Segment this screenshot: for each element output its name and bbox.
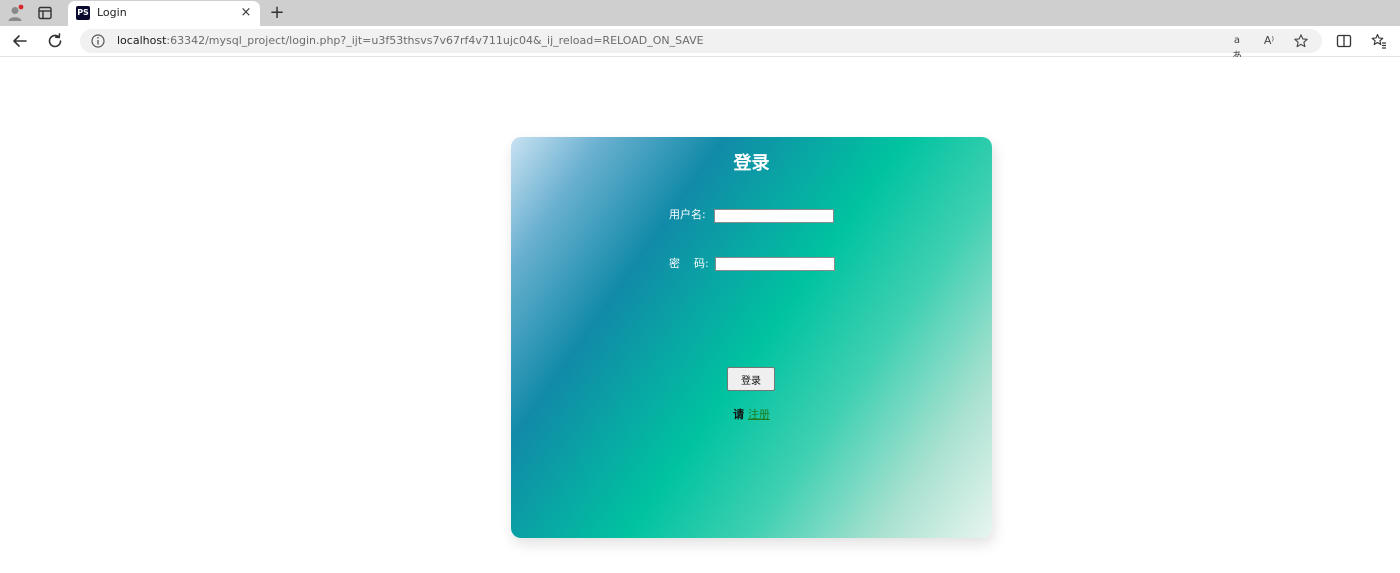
tab-actions-icon[interactable] xyxy=(37,5,53,21)
read-aloud-icon[interactable]: A⁾ xyxy=(1261,33,1277,49)
password-input[interactable] xyxy=(715,257,835,271)
url-path: :63342/mysql_project/login.php?_ijt=u3f5… xyxy=(166,34,704,47)
new-tab-icon[interactable]: + xyxy=(268,4,286,22)
login-title: 登录 xyxy=(733,153,770,174)
register-prefix: 请 xyxy=(733,408,748,421)
tab-title: Login xyxy=(97,6,127,19)
favorites-icon[interactable] xyxy=(1370,32,1388,50)
favorite-star-icon[interactable] xyxy=(1293,33,1309,49)
username-label: 用户名: xyxy=(669,208,706,221)
tab-strip: PS Login × + xyxy=(0,0,1400,26)
tab-login[interactable]: PS Login × xyxy=(68,1,260,26)
back-arrow-icon[interactable] xyxy=(10,31,30,51)
site-info-icon[interactable] xyxy=(90,33,106,49)
profile-avatar-icon[interactable] xyxy=(6,4,24,22)
browser-window: PS Login × + localhost:63342/mysql_proje… xyxy=(0,0,1400,573)
login-card: 登录 用户名: 密 码: 登录 请 注册 xyxy=(511,137,992,538)
register-prompt: 请 注册 xyxy=(511,408,992,422)
login-button[interactable]: 登录 xyxy=(727,367,775,391)
refresh-icon[interactable] xyxy=(45,31,65,51)
register-link[interactable]: 注册 xyxy=(748,408,770,421)
address-bar[interactable]: localhost:63342/mysql_project/login.php?… xyxy=(80,29,1322,62)
url-host: localhost xyxy=(117,34,167,47)
close-tab-icon[interactable]: × xyxy=(238,5,254,21)
page-viewport: 登录 用户名: 密 码: 登录 请 注册 xyxy=(0,57,1400,573)
username-input[interactable] xyxy=(714,209,834,223)
translate-icon[interactable]: aあ xyxy=(1229,33,1245,62)
browser-toolbar: localhost:63342/mysql_project/login.php?… xyxy=(0,26,1400,62)
split-screen-icon[interactable] xyxy=(1335,32,1353,50)
password-label: 密 码: xyxy=(669,257,709,270)
phpstorm-favicon-icon: PS xyxy=(76,6,90,20)
url-text[interactable]: localhost:63342/mysql_project/login.php?… xyxy=(117,33,704,49)
